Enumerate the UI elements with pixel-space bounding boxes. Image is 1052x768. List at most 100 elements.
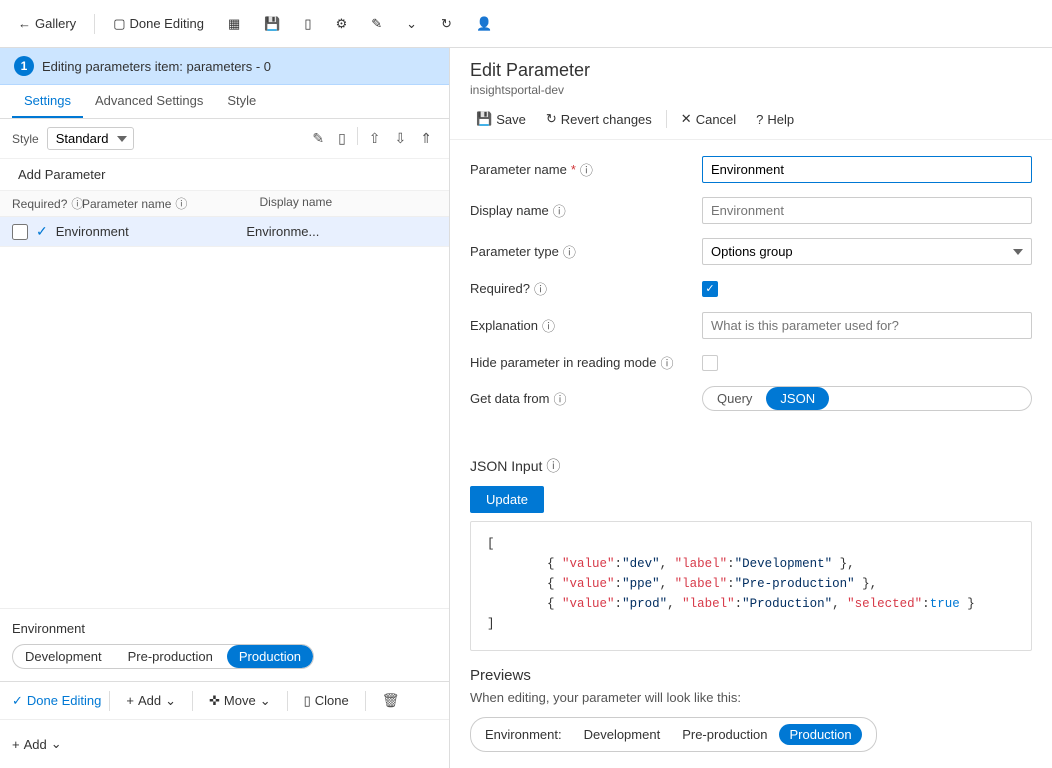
display-name-label: Display name ⓘ [470,201,690,220]
preview-options: Development Pre-production Production [574,724,862,745]
data-toggle-query[interactable]: Query [703,387,766,410]
double-up-arrow-icon[interactable]: ⇑ [415,127,437,150]
preview-opt-production[interactable]: Production [779,724,861,745]
right-panel-title: Edit Parameter [470,60,1032,81]
arrow-left-icon: ← [18,16,31,31]
info-icon-type: ⓘ [563,242,576,261]
info-icon-required-field: ⓘ [534,279,547,298]
col-param-name-header: Parameter name ⓘ [82,195,260,212]
tabs-bar: Settings Advanced Settings Style [0,85,449,119]
tab-style[interactable]: Style [215,85,268,118]
display-name-control [702,197,1032,224]
json-section: JSON Input ⓘ Update [ { "value":"dev", "… [450,456,1052,651]
env-widget-label: Environment [12,621,437,636]
param-name-label: Parameter name * ⓘ [470,160,690,179]
param-type-row: Parameter type ⓘ Options group [470,238,1032,265]
param-type-select[interactable]: Options group [702,238,1032,265]
down-arrow-icon[interactable]: ⇩ [390,127,412,150]
chevron-down-icon: ⌄ [406,16,417,32]
data-toggle-json[interactable]: JSON [766,387,829,410]
save-right-button[interactable]: 💾 Save [470,107,532,131]
add-parameter-row: Add Parameter [0,159,449,191]
add-bar-button[interactable]: + Add ⌄ [118,689,184,713]
gallery-button[interactable]: ← Gallery [12,12,82,35]
revert-icon: ↻ [546,111,557,127]
done-editing-button[interactable]: ▢ Done Editing [107,12,210,36]
hide-param-checkbox[interactable] [702,355,718,371]
get-data-label: Get data from ⓘ [470,389,690,408]
info-icon-explanation: ⓘ [542,316,555,335]
share-button[interactable]: 👤 [470,12,498,36]
env-option-production[interactable]: Production [227,645,313,668]
param-name-input[interactable] [702,156,1032,183]
param-check-icon: ✓ [36,223,48,240]
hide-param-label: Hide parameter in reading mode ⓘ [470,353,690,372]
right-panel-subtitle: insightsportal-dev [470,83,1032,97]
required-checkbox[interactable]: ✓ [702,281,718,297]
duplicate-action-icon[interactable]: ▯ [333,127,351,150]
bar-divider-2 [192,691,193,711]
settings-button[interactable]: ⚙ [330,12,354,36]
refresh-icon: ↻ [441,16,452,32]
explanation-input[interactable] [702,312,1032,339]
bar-divider-3 [287,691,288,711]
env-options-group: Development Pre-production Production [12,644,314,669]
help-icon: ? [756,112,763,127]
save-toolbar-button[interactable]: 💾 [258,12,286,36]
preview-env-label: Environment: [485,727,562,742]
required-control: ✓ [702,281,1032,297]
display-name-input[interactable] [702,197,1032,224]
move-bar-button[interactable]: ✜ Move ⌄ [201,689,279,713]
env-widget-area: Environment Development Pre-production P… [0,608,449,681]
info-icon-param-name: ⓘ [580,160,593,179]
done-editing-bar-button[interactable]: ✓ Done Editing [12,693,101,709]
previews-subtitle: When editing, your parameter will look l… [470,690,1032,705]
refresh-button[interactable]: ↻ [435,12,458,36]
json-editor[interactable]: [ { "value":"dev", "label":"Development"… [470,521,1032,651]
up-arrow-icon[interactable]: ⇧ [364,127,386,150]
display-name-row: Display name ⓘ [470,197,1032,224]
explanation-label: Explanation ⓘ [470,316,690,335]
chevron-section-icon: ⌄ [51,736,62,752]
get-data-row: Get data from ⓘ Query JSON [470,386,1032,411]
bottom-action-bar: ✓ Done Editing + Add ⌄ ✜ Move ⌄ ▯ Clone … [0,681,449,719]
edit-pencil-button[interactable]: ✎ [365,12,388,36]
clone-bar-button[interactable]: ▯ Clone [296,689,357,713]
preview-widget: Environment: Development Pre-production … [470,717,877,752]
form-body: Parameter name * ⓘ Display name ⓘ [450,140,1052,456]
env-option-preproduction[interactable]: Pre-production [116,645,225,668]
pencil-icon: ✎ [371,16,382,32]
add-parameter-button[interactable]: Add Parameter [12,163,111,186]
cancel-icon: ✕ [681,111,692,127]
edit-action-icon[interactable]: ✎ [307,127,329,150]
tab-settings[interactable]: Settings [12,85,83,118]
get-data-control: Query JSON [702,386,1032,411]
check-icon: ✓ [12,693,23,709]
delete-bar-button[interactable]: 🗑 [374,688,408,713]
param-type-label: Parameter type ⓘ [470,242,690,261]
chevron-add-icon: ⌄ [165,693,176,709]
cancel-right-button[interactable]: ✕ Cancel [675,107,742,131]
preview-opt-development[interactable]: Development [574,724,671,745]
main-area: 1 Editing parameters item: parameters - … [0,48,1052,768]
copy-button[interactable]: ▯ [298,12,317,36]
preview-opt-preproduction[interactable]: Pre-production [672,724,777,745]
right-toolbar: 💾 Save ↻ Revert changes ✕ Cancel ? Help [470,107,1032,131]
info-icon-hide: ⓘ [660,353,673,372]
required-asterisk: * [571,162,576,177]
update-button[interactable]: Update [470,486,544,513]
env-option-development[interactable]: Development [13,645,114,668]
json-section-title: JSON Input ⓘ [470,456,1032,476]
param-checkbox[interactable] [12,224,28,240]
edit-icon: ▢ [113,16,125,32]
style-select[interactable]: Standard [47,127,134,150]
add-section-button[interactable]: + Add ⌄ [12,736,62,752]
view-button[interactable]: ▦ [222,12,246,36]
tab-advanced-settings[interactable]: Advanced Settings [83,85,215,118]
chevron-button[interactable]: ⌄ [400,12,423,36]
revert-right-button[interactable]: ↻ Revert changes [540,107,658,131]
help-right-button[interactable]: ? Help [750,108,800,131]
copy-icon: ▯ [304,16,311,32]
editing-header-text: Editing parameters item: parameters - 0 [42,59,271,74]
divider [94,14,95,34]
